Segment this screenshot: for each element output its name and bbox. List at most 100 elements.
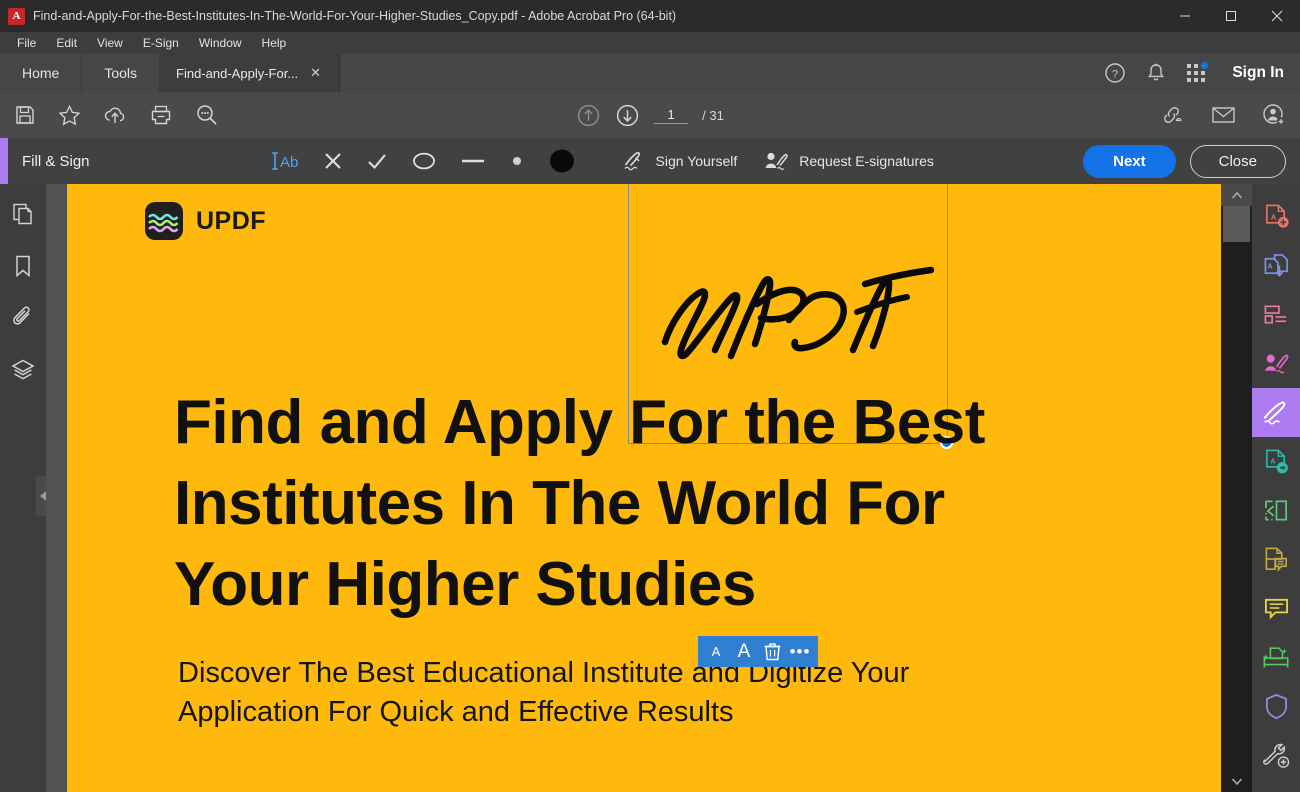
svg-text:A: A [1267, 261, 1273, 270]
close-button[interactable] [1254, 0, 1300, 32]
more-options-icon[interactable]: ••• [786, 636, 814, 667]
pdf-page: UPDF Find and Apply For the Best Instit [67, 184, 1221, 792]
line-tool[interactable] [460, 151, 486, 171]
acrobat-icon: A [8, 8, 25, 25]
decrease-font-button[interactable]: A [702, 636, 730, 667]
scroll-up-arrow-icon[interactable] [1221, 184, 1252, 206]
next-button[interactable]: Next [1083, 145, 1176, 178]
cross-mark-tool[interactable] [323, 151, 343, 171]
body-area: UPDF Find and Apply For the Best Instit [0, 184, 1300, 792]
page-up-icon[interactable] [576, 103, 601, 128]
title-bar: A Find-and-Apply-For-the-Best-Institutes… [0, 0, 1300, 32]
more-tools-icon[interactable] [1252, 731, 1300, 780]
acrobat-window: A Find-and-Apply-For-the-Best-Institutes… [0, 0, 1300, 792]
print-icon[interactable] [149, 104, 173, 126]
main-toolbar: 1 / 31 [0, 92, 1300, 138]
circle-tool[interactable] [411, 151, 437, 171]
menu-edit[interactable]: Edit [47, 34, 86, 52]
menu-bar: File Edit View E-Sign Window Help [0, 32, 1300, 54]
fill-sign-actions: Next Close [1083, 145, 1300, 178]
tab-tools[interactable]: Tools [82, 54, 160, 92]
sign-in-button[interactable]: Sign In [1226, 64, 1284, 82]
tab-bar: Home Tools Find-and-Apply-For... ✕ ? Sig… [0, 54, 1300, 92]
updf-logo: UPDF [145, 202, 266, 240]
add-text-tool[interactable]: Ab [270, 149, 300, 173]
right-tools-sidebar: A A A [1252, 184, 1300, 792]
scroll-down-arrow-icon[interactable] [1221, 770, 1252, 792]
window-title: Find-and-Apply-For-the-Best-Institutes-I… [33, 9, 676, 23]
fill-and-sign-icon[interactable] [1252, 388, 1300, 437]
scrollbar-thumb[interactable] [1223, 206, 1250, 242]
sign-yourself-label: Sign Yourself [656, 153, 738, 169]
send-for-review-icon[interactable]: A [1252, 437, 1300, 486]
star-icon[interactable] [58, 104, 81, 127]
close-icon[interactable]: ✕ [310, 65, 321, 81]
annotation-popup: A A ••• [698, 636, 818, 667]
share-link-icon[interactable] [1159, 104, 1185, 126]
left-sidebar [0, 184, 46, 792]
zoom-search-icon[interactable] [195, 103, 219, 127]
notification-dot [1200, 61, 1209, 70]
fill-and-sign-title: Fill & Sign [8, 153, 90, 170]
window-controls [1162, 0, 1300, 32]
cloud-upload-icon[interactable] [103, 104, 127, 126]
svg-text:Ab: Ab [280, 154, 298, 171]
crop-pages-icon[interactable] [1252, 486, 1300, 535]
email-icon[interactable] [1211, 105, 1236, 125]
close-fill-sign-button[interactable]: Close [1190, 145, 1286, 178]
bookmarks-icon[interactable] [8, 250, 38, 282]
page-navigation: 1 / 31 [550, 103, 750, 128]
help-circle-icon[interactable]: ? [1104, 62, 1126, 84]
notification-bell-icon[interactable] [1146, 62, 1166, 84]
add-person-icon[interactable] [1262, 103, 1286, 127]
request-signature-icon[interactable] [1252, 339, 1300, 388]
signature-actions: Sign Yourself Request E-signatures [622, 150, 934, 172]
request-esignatures-button[interactable]: Request E-signatures [763, 150, 934, 172]
minimize-button[interactable] [1162, 0, 1208, 32]
request-esignatures-label: Request E-signatures [799, 153, 934, 169]
comment-icon[interactable] [1252, 584, 1300, 633]
dot-tool[interactable] [509, 153, 525, 169]
tool-accent-bar [0, 138, 8, 184]
menu-help[interactable]: Help [253, 34, 296, 52]
app-grid-icon[interactable] [1186, 63, 1206, 83]
page-total-label: / 31 [702, 108, 724, 123]
fill-and-sign-toolbar: Fill & Sign Ab [0, 138, 1300, 184]
svg-text:A: A [1270, 456, 1276, 465]
tab-bar-right-cluster: ? Sign In [1104, 54, 1300, 92]
color-swatch[interactable] [548, 147, 576, 175]
tab-home[interactable]: Home [0, 54, 82, 92]
page-down-icon[interactable] [615, 103, 640, 128]
menu-esign[interactable]: E-Sign [134, 34, 188, 52]
maximize-button[interactable] [1208, 0, 1254, 32]
create-pdf-icon[interactable]: A [1252, 192, 1300, 241]
updf-logo-text: UPDF [196, 207, 266, 236]
vertical-scrollbar[interactable] [1221, 184, 1252, 792]
organize-pages-icon[interactable] [1252, 290, 1300, 339]
check-mark-tool[interactable] [366, 151, 388, 171]
tab-document[interactable]: Find-and-Apply-For... ✕ [160, 54, 340, 92]
menu-file[interactable]: File [8, 34, 45, 52]
sign-yourself-button[interactable]: Sign Yourself [622, 150, 738, 172]
menu-window[interactable]: Window [190, 34, 251, 52]
scrollbar-track[interactable] [1221, 206, 1252, 770]
compare-files-icon[interactable] [1252, 535, 1300, 584]
page-number-input[interactable]: 1 [654, 107, 688, 124]
trash-icon[interactable] [758, 636, 786, 667]
protect-icon[interactable] [1252, 682, 1300, 731]
scan-ocr-icon[interactable] [1252, 633, 1300, 682]
document-viewer: UPDF Find and Apply For the Best Instit [46, 184, 1252, 792]
request-signature-icon [763, 150, 791, 172]
page-thumbnails-icon[interactable] [8, 198, 38, 230]
save-icon[interactable] [14, 104, 36, 126]
updf-logo-mark [145, 202, 183, 240]
tab-document-label: Find-and-Apply-For... [176, 66, 298, 81]
menu-view[interactable]: View [88, 34, 132, 52]
attachments-icon[interactable] [8, 302, 38, 334]
increase-font-button[interactable]: A [730, 636, 758, 667]
layers-icon[interactable] [8, 354, 38, 386]
document-subheadline: Discover The Best Educational Institute … [178, 654, 1018, 732]
svg-text:?: ? [1112, 69, 1118, 81]
document-headline: Find and Apply For the Best Institutes I… [174, 382, 1054, 625]
export-pdf-icon[interactable]: A [1252, 241, 1300, 290]
